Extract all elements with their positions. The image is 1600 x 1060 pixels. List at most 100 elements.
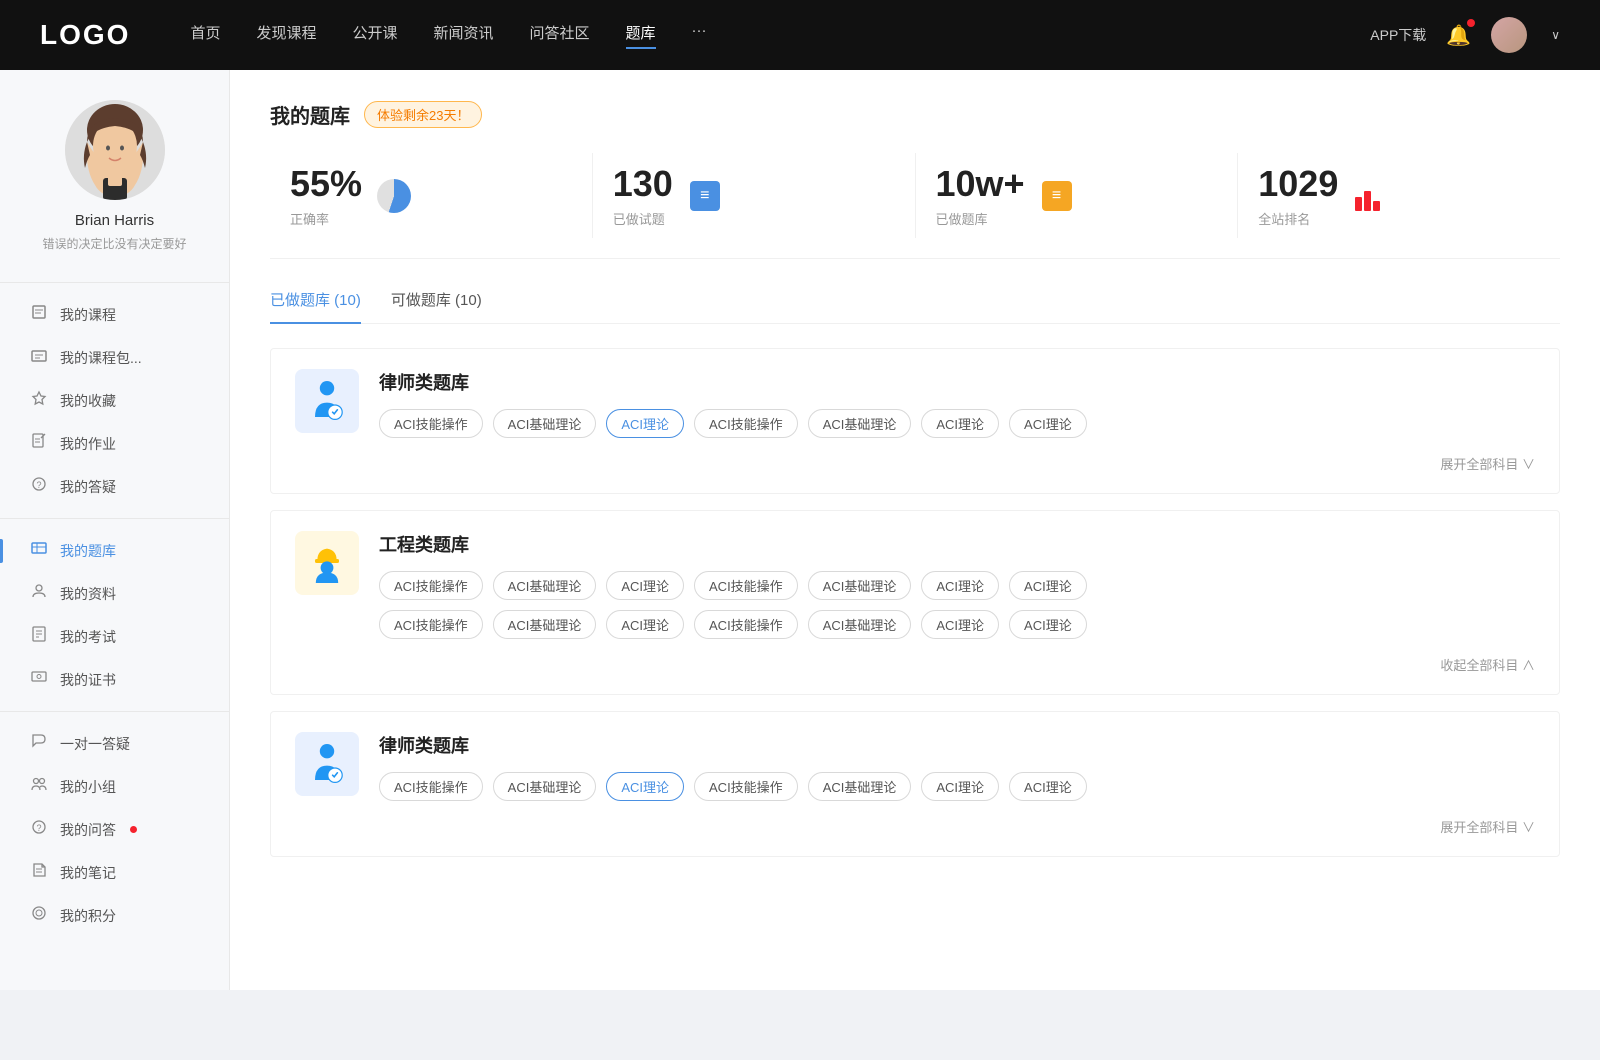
sidebar-item-certificate[interactable]: 我的证书 — [0, 658, 229, 701]
tag-2-6[interactable]: ACI理论 — [1009, 571, 1087, 600]
sidebar-label-favorites: 我的收藏 — [60, 391, 116, 411]
tag-2b-2[interactable]: ACI理论 — [606, 610, 684, 639]
tab-done[interactable]: 已做题库 (10) — [270, 289, 361, 324]
expand-btn-3[interactable]: 展开全部科目 ∨ — [295, 817, 1535, 836]
tag-1-3[interactable]: ACI技能操作 — [694, 409, 798, 438]
accuracy-value: 55% — [290, 163, 362, 205]
tag-1-4[interactable]: ACI基础理论 — [808, 409, 912, 438]
tag-3-6[interactable]: ACI理论 — [1009, 772, 1087, 801]
sidebar-item-points[interactable]: 我的积分 — [0, 894, 229, 937]
lawyer-figure-1 — [303, 377, 351, 425]
qbank-title-3: 律师类题库 — [379, 732, 1535, 758]
nav-more[interactable]: ··· — [692, 22, 707, 49]
app-download-btn[interactable]: APP下载 — [1370, 25, 1426, 45]
tag-2-3[interactable]: ACI技能操作 — [694, 571, 798, 600]
svg-text:?: ? — [36, 823, 41, 833]
tag-2b-0[interactable]: ACI技能操作 — [379, 610, 483, 639]
notification-bell[interactable]: 🔔 — [1446, 23, 1471, 48]
tag-2b-5[interactable]: ACI理论 — [921, 610, 999, 639]
tag-1-5[interactable]: ACI理论 — [921, 409, 999, 438]
qbank-icon — [30, 540, 48, 561]
collapse-btn-2[interactable]: 收起全部科目 ∧ — [295, 655, 1535, 674]
tag-2-0[interactable]: ACI技能操作 — [379, 571, 483, 600]
nav-qbank[interactable]: 题库 — [626, 22, 656, 49]
lawyer-icon-2 — [295, 732, 359, 796]
trial-badge: 体验剩余23天！ — [364, 101, 482, 128]
spreadsheet-blue-icon — [690, 181, 720, 211]
tag-3-5[interactable]: ACI理论 — [921, 772, 999, 801]
tag-2-2[interactable]: ACI理论 — [606, 571, 684, 600]
tag-3-0[interactable]: ACI技能操作 — [379, 772, 483, 801]
tag-2-1[interactable]: ACI基础理论 — [493, 571, 597, 600]
profile-icon — [30, 583, 48, 604]
qbank-card-engineer: 工程类题库 ACI技能操作 ACI基础理论 ACI理论 ACI技能操作 ACI基… — [270, 510, 1560, 695]
sidebar-item-courses[interactable]: 我的课程 — [0, 293, 229, 336]
certificate-icon — [30, 669, 48, 690]
tag-1-2[interactable]: ACI理论 — [606, 409, 684, 438]
tags-row-2a: ACI技能操作 ACI基础理论 ACI理论 ACI技能操作 ACI基础理论 AC… — [379, 571, 1535, 600]
tag-1-0[interactable]: ACI技能操作 — [379, 409, 483, 438]
favorites-icon — [30, 390, 48, 411]
navbar: LOGO 首页 发现课程 公开课 新闻资讯 问答社区 题库 ··· APP下载 … — [0, 0, 1600, 70]
tag-2b-4[interactable]: ACI基础理论 — [808, 610, 912, 639]
chevron-down-icon[interactable]: ∨ — [1551, 28, 1560, 42]
tag-2-4[interactable]: ACI基础理论 — [808, 571, 912, 600]
sidebar-label-qna: 我的答疑 — [60, 477, 116, 497]
sidebar-item-myqa[interactable]: ? 我的问答 — [0, 808, 229, 851]
tags-row-3: ACI技能操作 ACI基础理论 ACI理论 ACI技能操作 ACI基础理论 AC… — [379, 772, 1535, 801]
tag-3-4[interactable]: ACI基础理论 — [808, 772, 912, 801]
tags-row-2b: ACI技能操作 ACI基础理论 ACI理论 ACI技能操作 ACI基础理论 AC… — [379, 610, 1535, 639]
nav-opencourse[interactable]: 公开课 — [352, 22, 397, 49]
sidebar-label-homework: 我的作业 — [60, 434, 116, 454]
sidebar-item-favorites[interactable]: 我的收藏 — [0, 379, 229, 422]
rank-label: 全站排名 — [1258, 209, 1338, 228]
sidebar-item-group[interactable]: 我的小组 — [0, 765, 229, 808]
section-header: 我的题库 体验剩余23天！ — [270, 100, 1560, 129]
pie-chart-icon — [377, 179, 411, 213]
sidebar-item-one-on-one[interactable]: 一对一答疑 — [0, 722, 229, 765]
sidebar-label-certificate: 我的证书 — [60, 670, 116, 690]
sidebar-divider-1 — [0, 518, 229, 519]
stat-value-accuracy: 55% 正确率 — [290, 163, 362, 228]
courses-icon — [30, 304, 48, 325]
sidebar-item-notes[interactable]: 我的笔记 — [0, 851, 229, 894]
tag-3-3[interactable]: ACI技能操作 — [694, 772, 798, 801]
nav-discover[interactable]: 发现课程 — [256, 22, 316, 49]
tag-3-2[interactable]: ACI理论 — [606, 772, 684, 801]
sidebar-item-exam[interactable]: 我的考试 — [0, 615, 229, 658]
tag-1-6[interactable]: ACI理论 — [1009, 409, 1087, 438]
stat-banks: 10w+ 已做题库 — [916, 153, 1239, 238]
expand-btn-1[interactable]: 展开全部科目 ∨ — [295, 454, 1535, 473]
exam-icon — [30, 626, 48, 647]
tab-todo[interactable]: 可做题库 (10) — [391, 289, 482, 324]
lawyer-icon-1 — [295, 369, 359, 433]
sidebar-item-qbank[interactable]: 我的题库 — [0, 529, 229, 572]
tag-2b-3[interactable]: ACI技能操作 — [694, 610, 798, 639]
sidebar-label-points: 我的积分 — [60, 906, 116, 926]
nav-home[interactable]: 首页 — [190, 22, 220, 49]
logo: LOGO — [40, 19, 130, 51]
tag-1-1[interactable]: ACI基础理论 — [493, 409, 597, 438]
user-avatar — [65, 100, 165, 200]
tag-3-1[interactable]: ACI基础理论 — [493, 772, 597, 801]
bell-icon: 🔔 — [1446, 25, 1471, 47]
tag-2b-6[interactable]: ACI理论 — [1009, 610, 1087, 639]
sidebar-item-homework[interactable]: 我的作业 — [0, 422, 229, 465]
stat-accuracy: 55% 正确率 — [270, 153, 593, 238]
qbank-title-2: 工程类题库 — [379, 531, 1535, 557]
qbank-card-lawyer-2: 律师类题库 ACI技能操作 ACI基础理论 ACI理论 ACI技能操作 ACI基… — [270, 711, 1560, 857]
avatar[interactable] — [1491, 17, 1527, 53]
myqa-icon: ? — [30, 819, 48, 840]
tag-2b-1[interactable]: ACI基础理论 — [493, 610, 597, 639]
tag-2-5[interactable]: ACI理论 — [921, 571, 999, 600]
sidebar-item-qna[interactable]: ? 我的答疑 — [0, 465, 229, 508]
stat-rank: 1029 全站排名 — [1238, 153, 1560, 238]
bell-badge — [1467, 19, 1475, 27]
nav-qa[interactable]: 问答社区 — [530, 22, 590, 49]
nav-news[interactable]: 新闻资讯 — [434, 22, 494, 49]
questions-icon — [687, 178, 723, 214]
sidebar-item-coursepack[interactable]: 我的课程包... — [0, 336, 229, 379]
sidebar-label-profile: 我的资料 — [60, 584, 116, 604]
sidebar-item-profile[interactable]: 我的资料 — [0, 572, 229, 615]
lawyer-figure-2 — [303, 740, 351, 788]
